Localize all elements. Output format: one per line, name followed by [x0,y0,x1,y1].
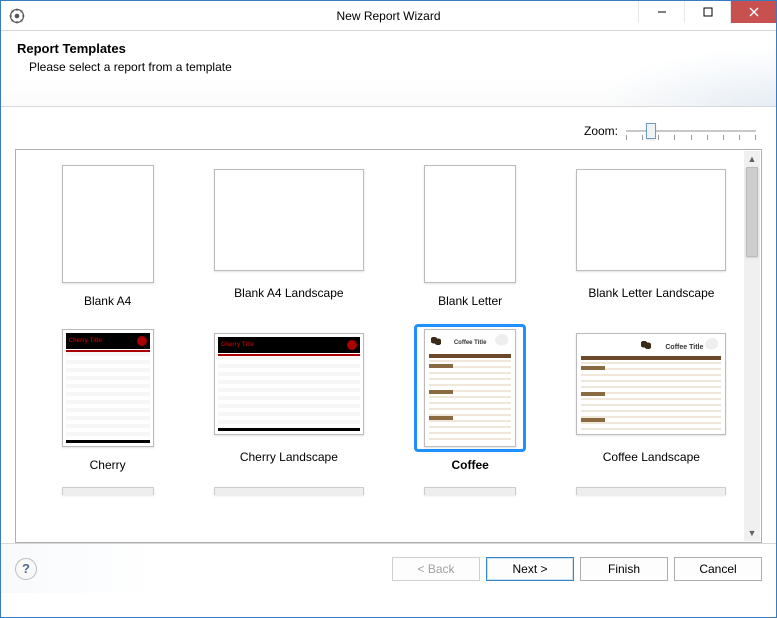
template-label: Coffee [451,458,488,472]
template-blank-letter-landscape[interactable]: Blank Letter Landscape [562,156,741,316]
template-label: Coffee Landscape [603,450,700,464]
wizard-footer: ? < Back Next > Finish Cancel [1,543,776,593]
template-gallery: Blank A4 Blank A4 Landscape Blank Letter Bl… [15,149,762,543]
back-button: < Back [392,557,480,581]
thumbnail-preview [424,165,516,283]
thumbnail-preview: Coffee Title [576,333,726,435]
titlebar: New Report Wizard [1,1,776,31]
template-thumbnail[interactable] [414,160,526,288]
template-blank-a4[interactable]: Blank A4 [18,156,197,316]
template-cherry-landscape[interactable]: Cherry Landscape [199,320,378,480]
template-label: Cherry Landscape [240,450,338,464]
thumbnail-preview [62,165,154,283]
scroll-up-icon[interactable]: ▲ [744,151,760,167]
content-area: Zoom: Blank A4 Blank A4 Landscape Blank Le… [1,107,776,543]
zoom-label: Zoom: [584,124,618,138]
template-label: Blank A4 [84,294,131,308]
close-button[interactable] [730,1,776,23]
template-blank-letter[interactable]: Blank Letter [381,156,560,316]
template-thumbnail[interactable] [52,160,164,288]
template-thumbnail[interactable]: Coffee Title [571,324,731,444]
scroll-down-icon[interactable]: ▼ [744,525,760,541]
template-thumbnail[interactable] [209,160,369,280]
help-icon: ? [22,561,30,576]
thumbnail-preview [214,333,364,435]
gallery-scrollbar[interactable]: ▲ ▼ [744,151,760,541]
cancel-button[interactable]: Cancel [674,557,762,581]
template-label: Blank Letter [438,294,502,308]
thumbnail-preview [214,169,364,271]
next-button[interactable]: Next > [486,557,574,581]
app-icon [9,8,25,24]
page-subtitle: Please select a report from a template [29,60,760,74]
zoom-row: Zoom: [15,119,756,143]
finish-button[interactable]: Finish [580,557,668,581]
template-thumbnail[interactable] [571,160,731,280]
zoom-slider[interactable] [626,121,756,141]
thumbnail-preview [576,169,726,271]
template-thumbnail[interactable] [52,324,164,452]
template-label: Blank A4 Landscape [234,286,343,300]
thumbnail-preview [62,329,154,447]
scrollbar-thumb[interactable] [746,167,758,257]
wizard-header: Report Templates Please select a report … [1,31,776,107]
minimize-button[interactable] [638,1,684,23]
template-thumbnail[interactable] [209,324,369,444]
help-button[interactable]: ? [15,558,37,580]
template-cherry[interactable]: Cherry [18,320,197,480]
template-label: Blank Letter Landscape [588,286,714,300]
maximize-button[interactable] [684,1,730,23]
partial-next-row [18,487,741,495]
template-coffee-landscape[interactable]: Coffee Title Coffee Landscape [562,320,741,480]
window-controls [638,1,776,30]
template-blank-a4-landscape[interactable]: Blank A4 Landscape [199,156,378,316]
thumbnail-preview: Coffee Title [424,329,516,447]
template-coffee[interactable]: Coffee Title Coffee [381,320,560,480]
template-thumbnail[interactable]: Coffee Title [414,324,526,452]
page-heading: Report Templates [17,41,760,56]
template-label: Cherry [90,458,126,472]
